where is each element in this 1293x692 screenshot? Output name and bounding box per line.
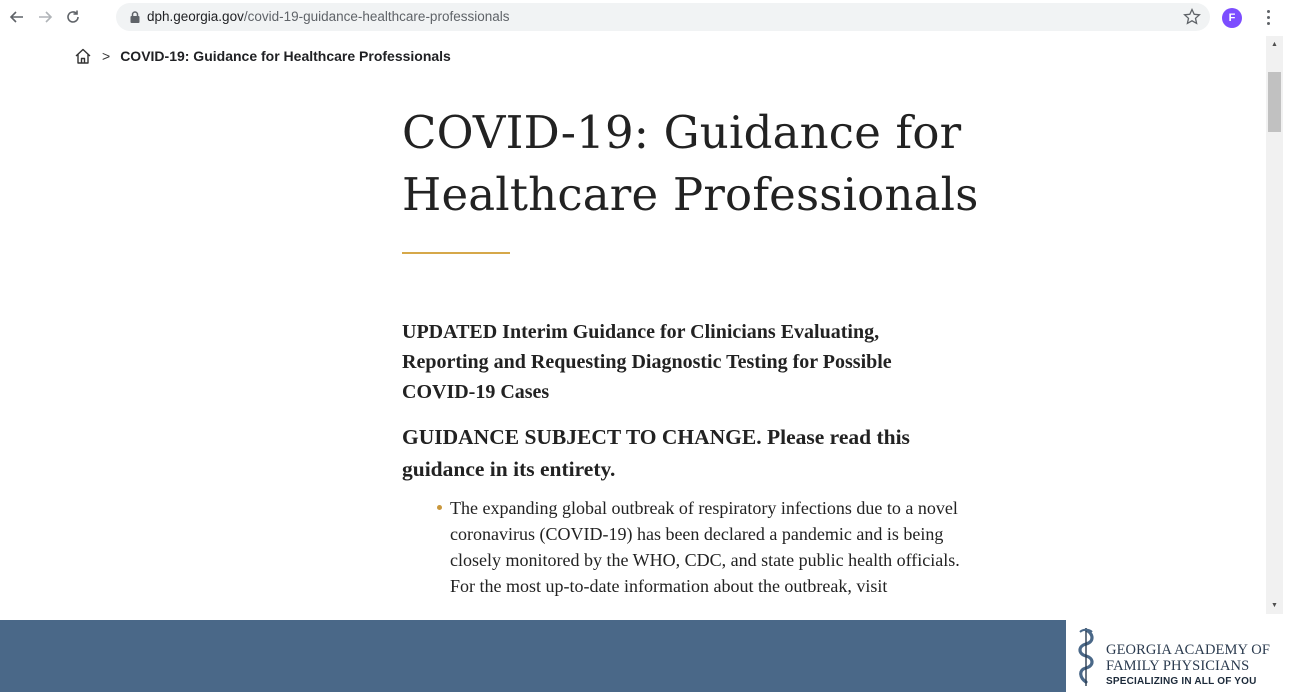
back-arrow-icon[interactable] (6, 6, 28, 28)
page-title: COVID-19: Guidance for Healthcare Profes… (402, 106, 979, 221)
footer-color-band (0, 620, 1066, 692)
reload-icon[interactable] (62, 6, 84, 28)
profile-avatar[interactable]: F (1222, 8, 1242, 28)
guidance-bullet-list: The expanding global outbreak of respira… (402, 495, 970, 599)
logo-text-line1: GEORGIA ACADEMY OF (1106, 642, 1270, 658)
scroll-up-arrow-icon[interactable]: ▲ (1266, 36, 1283, 53)
scroll-down-arrow-icon[interactable]: ▼ (1266, 597, 1283, 614)
gafp-logo: GEORGIA ACADEMY OF FAMILY PHYSICIANS SPE… (1074, 626, 1289, 688)
guidance-subheading: UPDATED Interim Guidance for Clinicians … (402, 321, 892, 403)
forward-arrow-icon[interactable] (34, 6, 56, 28)
logo-tagline: SPECIALIZING IN ALL OF YOU (1106, 676, 1257, 687)
breadcrumb: > COVID-19: Guidance for Healthcare Prof… (74, 44, 451, 68)
bookmark-star-icon[interactable] (1182, 7, 1202, 27)
breadcrumb-separator: > (102, 48, 111, 64)
caduceus-logo-icon (1078, 628, 1094, 686)
scrollbar-thumb[interactable] (1268, 72, 1281, 132)
main-content: COVID-19: Guidance for Healthcare Profes… (402, 102, 1002, 599)
url-domain: dph.georgia.gov (147, 9, 244, 24)
list-item: The expanding global outbreak of respira… (437, 495, 970, 599)
browser-toolbar: dph.georgia.gov/covid-19-guidance-health… (0, 0, 1293, 36)
logo-text-line2: FAMILY PHYSICIANS (1106, 658, 1250, 674)
address-bar[interactable]: dph.georgia.gov/covid-19-guidance-health… (116, 3, 1210, 31)
lock-icon (130, 11, 140, 23)
home-icon[interactable] (74, 47, 92, 65)
url-text[interactable]: dph.georgia.gov/covid-19-guidance-health… (147, 9, 509, 24)
footer-banner: GEORGIA ACADEMY OF FAMILY PHYSICIANS SPE… (0, 620, 1293, 692)
browser-menu-icon[interactable] (1258, 6, 1278, 28)
breadcrumb-current: COVID-19: Guidance for Healthcare Profes… (120, 48, 451, 64)
page-scrollbar[interactable]: ▲ ▼ (1266, 36, 1283, 614)
title-divider (402, 252, 510, 254)
url-path: /covid-19-guidance-healthcare-profession… (243, 9, 510, 24)
guidance-notice: GUIDANCE SUBJECT TO CHANGE. Please read … (402, 425, 910, 481)
